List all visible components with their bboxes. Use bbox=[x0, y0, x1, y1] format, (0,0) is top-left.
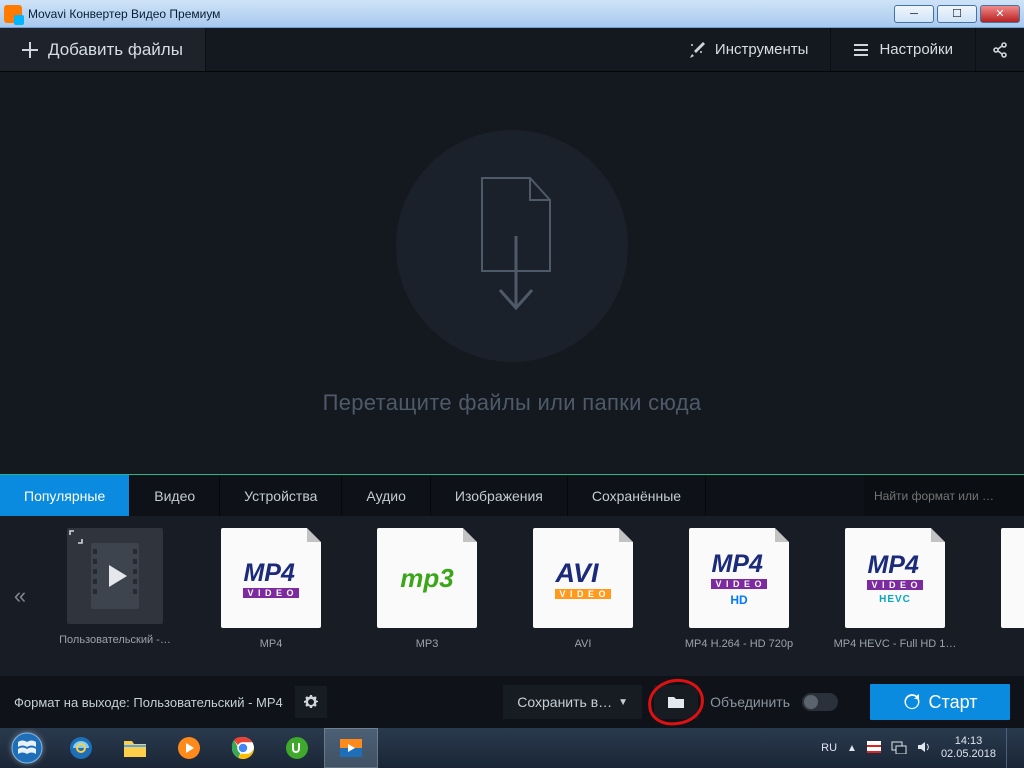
preset-mp4-hevc[interactable]: MP4V I D E OHEVC MP4 HEVC - Full HD 1… bbox=[822, 528, 968, 650]
preset-caption: MP3 bbox=[416, 638, 439, 650]
settings-button[interactable]: Настройки bbox=[831, 28, 976, 71]
app-icon bbox=[4, 5, 22, 23]
preset-avi[interactable]: AVIV I D E O AVI bbox=[510, 528, 656, 650]
drop-circle bbox=[396, 130, 628, 362]
format-settings-button[interactable] bbox=[295, 686, 327, 718]
bottom-bar: Формат на выходе: Пользовательский - MP4… bbox=[0, 676, 1024, 728]
drop-hint: Перетащите файлы или папки сюда bbox=[323, 390, 702, 416]
ie-icon bbox=[67, 734, 95, 762]
folder-icon bbox=[667, 695, 685, 709]
tab-saved[interactable]: Сохранённые bbox=[568, 475, 706, 516]
add-files-button[interactable]: Добавить файлы bbox=[0, 28, 206, 71]
preset-list: Пользовательский -… MP4V I D E O MP4 mp3… bbox=[40, 516, 1024, 676]
tab-video[interactable]: Видео bbox=[130, 475, 220, 516]
preset-caption: Пользовательский -… bbox=[59, 634, 171, 646]
format-tabs: Популярные Видео Устройства Аудио Изобра… bbox=[0, 474, 1024, 516]
drop-zone[interactable]: Перетащите файлы или папки сюда bbox=[0, 72, 1024, 474]
presets-prev-button[interactable]: « bbox=[0, 516, 40, 676]
taskbar-explorer[interactable] bbox=[108, 728, 162, 768]
tab-images[interactable]: Изображения bbox=[431, 475, 568, 516]
preset-mp3[interactable]: mp3 MP3 bbox=[354, 528, 500, 650]
format-search-input[interactable] bbox=[864, 475, 1024, 516]
tools-button[interactable]: Инструменты bbox=[667, 28, 832, 71]
preset-caption: AVI bbox=[575, 638, 592, 650]
start-label: Старт bbox=[929, 692, 978, 713]
tab-popular[interactable]: Популярные bbox=[0, 475, 130, 516]
tray-network-icon[interactable] bbox=[891, 740, 907, 757]
preset-caption: MP4 H.264 - HD 720p bbox=[685, 638, 793, 650]
plus-icon bbox=[22, 42, 38, 58]
share-button[interactable] bbox=[976, 28, 1024, 71]
window-close-button[interactable]: ✕ bbox=[980, 5, 1020, 23]
preset-mov[interactable]: Q MOV bbox=[978, 528, 1024, 650]
wmp-icon bbox=[176, 735, 202, 761]
preset-custom[interactable]: Пользовательский -… bbox=[42, 528, 188, 646]
utorrent-icon bbox=[284, 735, 310, 761]
browse-folder-button[interactable] bbox=[654, 685, 698, 719]
expand-icon bbox=[69, 530, 83, 544]
window-titlebar: Movavi Конвертер Видео Премиум ─ ☐ ✕ bbox=[0, 0, 1024, 28]
tray-volume-icon[interactable] bbox=[917, 740, 931, 757]
tray-show-hidden-icon[interactable]: ▲ bbox=[847, 743, 857, 754]
app-toolbar: Добавить файлы Инструменты Настройки bbox=[0, 28, 1024, 72]
preset-caption: MP4 HEVC - Full HD 1… bbox=[834, 638, 957, 650]
taskbar-movavi[interactable] bbox=[324, 728, 378, 768]
system-tray: RU ▲ 14:13 02.05.2018 bbox=[821, 728, 1020, 768]
chevron-down-icon: ▼ bbox=[618, 697, 628, 708]
settings-label: Настройки bbox=[879, 41, 953, 58]
add-files-label: Добавить файлы bbox=[48, 40, 183, 60]
show-desktop-button[interactable] bbox=[1006, 728, 1016, 768]
start-menu-button[interactable] bbox=[0, 728, 54, 768]
save-to-label: Сохранить в… bbox=[517, 694, 612, 710]
output-format-label: Формат на выходе: Пользовательский - MP4 bbox=[14, 695, 283, 710]
presets-strip: « Пользовательский -… MP4V I D E O MP4 m… bbox=[0, 516, 1024, 676]
movavi-icon bbox=[338, 735, 364, 761]
preset-mp4[interactable]: MP4V I D E O MP4 bbox=[198, 528, 344, 650]
refresh-icon bbox=[903, 693, 921, 711]
merge-label: Объединить bbox=[710, 694, 790, 710]
save-to-button[interactable]: Сохранить в… ▼ bbox=[503, 685, 642, 719]
taskbar-chrome[interactable] bbox=[216, 728, 270, 768]
folder-icon bbox=[122, 737, 148, 759]
preset-mp4-h264[interactable]: MP4V I D E OHD MP4 H.264 - HD 720p bbox=[666, 528, 812, 650]
gear-icon bbox=[303, 694, 319, 710]
taskbar-ie[interactable] bbox=[54, 728, 108, 768]
hamburger-icon bbox=[853, 42, 869, 58]
tools-label: Инструменты bbox=[715, 41, 809, 58]
windows-start-icon bbox=[10, 731, 44, 765]
file-download-icon bbox=[452, 176, 572, 316]
taskbar-utorrent[interactable] bbox=[270, 728, 324, 768]
taskbar-wmplayer[interactable] bbox=[162, 728, 216, 768]
windows-taskbar: RU ▲ 14:13 02.05.2018 bbox=[0, 728, 1024, 768]
tray-flag-icon[interactable] bbox=[867, 741, 881, 756]
tray-language[interactable]: RU bbox=[821, 742, 837, 754]
chrome-icon bbox=[230, 735, 256, 761]
merge-toggle[interactable] bbox=[802, 693, 838, 711]
tab-devices[interactable]: Устройства bbox=[220, 475, 342, 516]
window-minimize-button[interactable]: ─ bbox=[894, 5, 934, 23]
window-title: Movavi Конвертер Видео Премиум bbox=[28, 7, 894, 21]
preset-custom-card bbox=[67, 528, 163, 624]
start-button[interactable]: Старт bbox=[870, 684, 1010, 720]
tray-clock[interactable]: 14:13 02.05.2018 bbox=[941, 735, 996, 761]
tab-audio[interactable]: Аудио bbox=[342, 475, 431, 516]
wand-icon bbox=[689, 42, 705, 58]
share-icon bbox=[992, 42, 1008, 58]
window-maximize-button[interactable]: ☐ bbox=[937, 5, 977, 23]
preset-caption: MP4 bbox=[260, 638, 283, 650]
